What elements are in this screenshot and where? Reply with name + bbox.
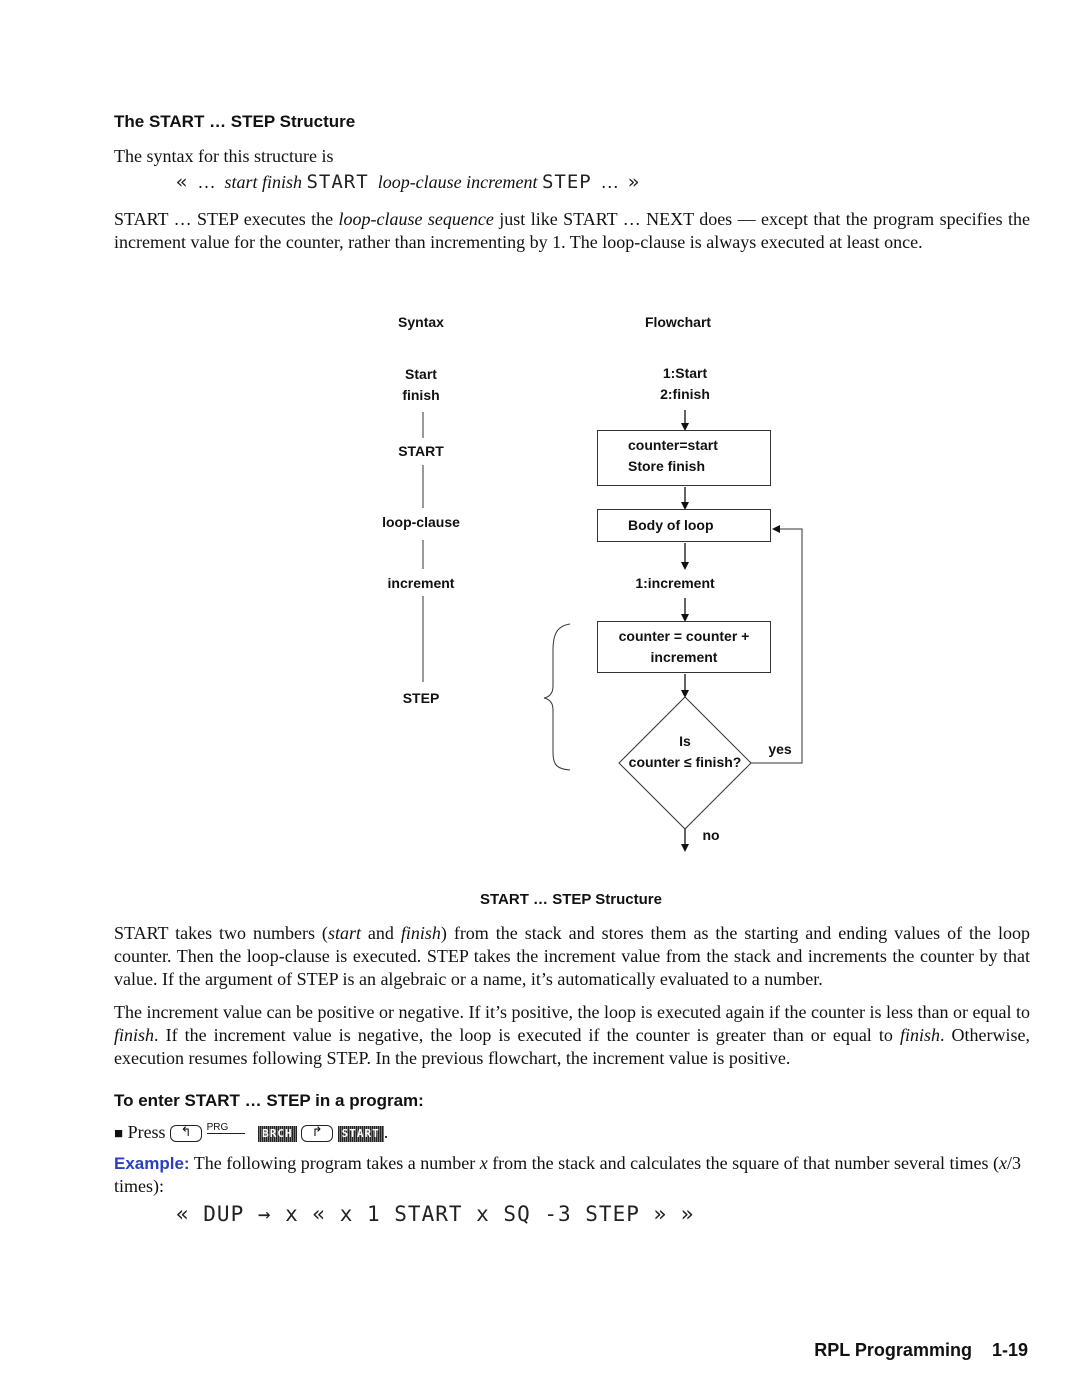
syntax-item-start: Start: [405, 366, 437, 382]
stack-input-increment: 1:increment: [635, 575, 715, 591]
init-line-1: counter=start: [628, 437, 718, 453]
syntax-args: start finish: [224, 172, 302, 192]
brch-menu-key[interactable]: BRCH: [258, 1125, 297, 1142]
syntax-line: « … start finish START loop-clause incre…: [176, 171, 640, 194]
update-line-2: increment: [650, 649, 718, 665]
bullet-icon: ■: [114, 1126, 124, 1142]
update-counter-box: counter = counter + increment: [597, 621, 771, 673]
example-program-code: « DUP → x « x 1 START x SQ -3 STEP » »: [176, 1202, 695, 1226]
text: The following program takes a number: [189, 1153, 480, 1173]
italic-term: finish: [400, 923, 441, 943]
variable-x: x: [999, 1153, 1007, 1173]
intro-paragraph: START … STEP executes the loop-clause se…: [114, 208, 1030, 254]
procedure-title: To enter START … STEP in a program:: [114, 1091, 424, 1110]
italic-term: start: [327, 923, 361, 943]
prg-label: PRG: [206, 1123, 245, 1134]
loop-body-label: Body of loop: [628, 517, 714, 533]
diagram-lines: [422, 410, 803, 852]
variable-x: x: [479, 1153, 488, 1173]
chapter-title: RPL Programming: [814, 1340, 972, 1360]
text: START … STEP executes the: [114, 209, 339, 229]
step-brace: [543, 623, 571, 771]
init-box: counter=start Store finish: [597, 430, 771, 486]
syntax-item-finish: finish: [402, 387, 440, 403]
keyword-start: START: [306, 171, 369, 193]
stack-input-finish: 2:finish: [660, 386, 710, 402]
yes-loop-arrowhead: [772, 525, 780, 533]
italic-term: finish: [114, 1025, 155, 1045]
text: START takes two numbers (: [114, 923, 328, 943]
text: The increment value can be positive or n…: [114, 1002, 1030, 1022]
syntax-item-START: START: [398, 443, 444, 459]
syntax-ellipsis: …: [600, 172, 619, 192]
left-shift-key[interactable]: ↰: [170, 1125, 203, 1143]
keystroke-instruction: ■ Press ↰ PRG BRCH ↱ START.: [114, 1121, 388, 1146]
syntax-intro: The syntax for this structure is: [114, 146, 334, 166]
no-label: no: [702, 827, 720, 843]
example-paragraph: Example: The following program takes a n…: [114, 1152, 1030, 1198]
text: . If the increment value is negative, th…: [154, 1025, 900, 1045]
page-footer: RPL Programming 1-19: [814, 1340, 1028, 1361]
text: and: [360, 923, 401, 943]
loop-body-box: Body of loop: [597, 509, 771, 542]
program-close-delimiter: »: [627, 171, 641, 193]
text: from the stack and calculates the square…: [487, 1153, 999, 1173]
yes-loop-line: [751, 528, 803, 764]
syntax-ellipsis: …: [197, 172, 216, 192]
structure-diagram: Syntax Flowchart Start finish START loop…: [0, 0, 1080, 908]
right-shift-key[interactable]: ↱: [301, 1125, 334, 1143]
keyword-step: STEP: [541, 171, 592, 193]
decision-line-1: Is: [679, 733, 691, 749]
decision-diamond: [618, 696, 752, 830]
syntax-item-increment: increment: [387, 575, 455, 591]
example-label: Example:: [114, 1154, 190, 1173]
syntax-clause: loop-clause increment: [377, 172, 538, 192]
decision-line-2: counter ≤ finish?: [628, 754, 742, 770]
italic-term: finish: [899, 1025, 940, 1045]
syntax-column-header: Syntax: [398, 314, 444, 330]
increment-explanation-paragraph: The increment value can be positive or n…: [114, 1001, 1030, 1070]
flowchart-column-header: Flowchart: [644, 314, 712, 330]
press-label: Press: [127, 1122, 166, 1142]
syntax-item-loop-clause: loop-clause: [382, 514, 460, 530]
syntax-item-STEP: STEP: [402, 690, 440, 706]
stack-input-start: 1:Start: [662, 365, 708, 381]
diagram-caption: START … STEP Structure: [480, 891, 662, 908]
italic-term: loop-clause sequence: [338, 209, 494, 229]
init-line-2: Store finish: [628, 458, 706, 474]
yes-label: yes: [768, 741, 792, 757]
section-title: The START … STEP Structure: [114, 112, 356, 131]
start-menu-key[interactable]: START: [337, 1125, 384, 1142]
program-open-delimiter: «: [176, 171, 189, 193]
start-explanation-paragraph: START takes two numbers (start and finis…: [114, 922, 1030, 991]
page-number: 1-19: [991, 1340, 1028, 1360]
period: .: [383, 1122, 389, 1142]
update-line-1: counter = counter +: [618, 628, 750, 644]
